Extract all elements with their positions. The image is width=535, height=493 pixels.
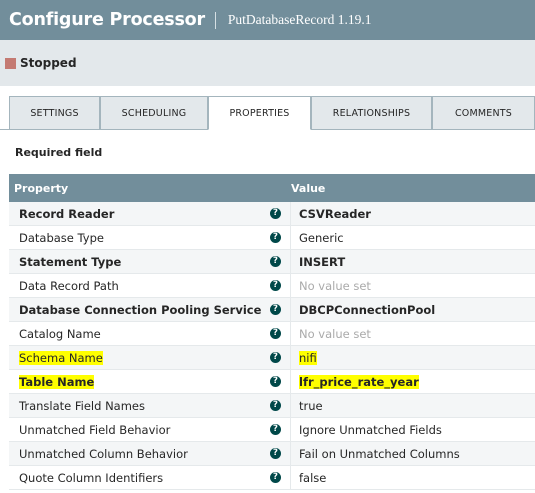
property-value[interactable]: No value set xyxy=(299,279,371,293)
property-name: Database Type xyxy=(19,230,104,245)
table-header: Property Value xyxy=(9,174,535,202)
table-row[interactable]: Quote Column Identifiers? false xyxy=(9,466,535,490)
property-name: Schema Name xyxy=(19,350,103,365)
column-divider xyxy=(290,394,291,418)
table-row[interactable]: Translate Field Names? true xyxy=(9,394,535,418)
properties-table: Property Value Record Reader? CSVReader Da… xyxy=(9,174,535,490)
property-value[interactable]: nifi xyxy=(299,350,317,365)
property-value[interactable]: Ignore Unmatched Fields xyxy=(299,423,442,437)
required-field-note: Required field xyxy=(15,146,103,159)
tab-bar: SETTINGS SCHEDULING PROPERTIES RELATIONS… xyxy=(0,96,535,132)
processor-type-version: PutDatabaseRecord 1.19.1 xyxy=(227,12,372,27)
question-circle-icon[interactable]: ? xyxy=(270,424,281,435)
question-circle-icon[interactable]: ? xyxy=(270,400,281,411)
table-row[interactable]: Database Connection Pooling Service? DBCP… xyxy=(9,298,535,322)
question-circle-icon[interactable]: ? xyxy=(270,304,281,315)
property-name: Record Reader xyxy=(19,206,115,221)
property-value[interactable]: false xyxy=(299,471,326,485)
column-divider xyxy=(290,370,291,394)
table-row[interactable]: Unmatched Field Behavior? Ignore Unmatche… xyxy=(9,418,535,442)
dialog-title: Configure Processor xyxy=(9,10,205,30)
property-value[interactable]: INSERT xyxy=(299,255,345,269)
property-value[interactable]: lfr_price_rate_year xyxy=(299,374,419,389)
table-row[interactable]: Database Type? Generic xyxy=(9,226,535,250)
table-row[interactable]: Catalog Name? No value set xyxy=(9,322,535,346)
property-name: Data Record Path xyxy=(19,278,119,293)
dialog-header: Configure Processor PutDatabaseRecord 1.… xyxy=(0,0,535,40)
table-row[interactable]: Record Reader? CSVReader xyxy=(9,202,535,226)
property-value[interactable]: Generic xyxy=(299,231,344,245)
column-divider xyxy=(290,466,291,490)
question-circle-icon[interactable]: ? xyxy=(270,256,281,267)
property-name: Catalog Name xyxy=(19,326,101,341)
property-value[interactable]: No value set xyxy=(299,327,371,341)
question-circle-icon[interactable]: ? xyxy=(270,280,281,291)
question-circle-icon[interactable]: ? xyxy=(270,352,281,363)
tab-scheduling[interactable]: SCHEDULING xyxy=(100,96,208,129)
status-bar: Stopped xyxy=(0,40,535,86)
property-name: Table Name xyxy=(19,374,95,389)
question-circle-icon[interactable]: ? xyxy=(270,448,281,459)
column-divider xyxy=(290,250,291,274)
tab-settings[interactable]: SETTINGS xyxy=(9,96,100,129)
property-name: Unmatched Column Behavior xyxy=(19,446,188,461)
column-header-property[interactable]: Property xyxy=(14,182,68,195)
question-circle-icon[interactable]: ? xyxy=(270,208,281,219)
table-row[interactable]: Data Record Path? No value set xyxy=(9,274,535,298)
property-value[interactable]: Fail on Unmatched Columns xyxy=(299,447,460,461)
property-name: Database Connection Pooling Service xyxy=(19,302,262,317)
column-divider xyxy=(290,298,291,322)
property-name: Translate Field Names xyxy=(19,398,145,413)
property-value[interactable]: DBCPConnectionPool xyxy=(299,303,435,317)
column-divider xyxy=(290,418,291,442)
tab-comments[interactable]: COMMENTS xyxy=(432,96,535,129)
column-header-value[interactable]: Value xyxy=(291,182,325,195)
tab-relationships[interactable]: RELATIONSHIPS xyxy=(311,96,432,129)
property-value[interactable]: CSVReader xyxy=(299,207,371,221)
column-divider xyxy=(290,274,291,298)
property-name: Unmatched Field Behavior xyxy=(19,422,171,437)
column-divider xyxy=(290,322,291,346)
table-row[interactable]: Schema Name? nifi xyxy=(9,346,535,370)
question-circle-icon[interactable]: ? xyxy=(270,376,281,387)
column-divider xyxy=(290,226,291,250)
table-row[interactable]: Statement Type? INSERT xyxy=(9,250,535,274)
run-status: Stopped xyxy=(20,56,77,70)
property-name: Quote Column Identifiers xyxy=(19,470,164,485)
column-divider xyxy=(290,202,291,226)
table-row[interactable]: Table Name? lfr_price_rate_year xyxy=(9,370,535,394)
column-divider xyxy=(290,346,291,370)
question-circle-icon[interactable]: ? xyxy=(270,232,281,243)
tab-properties[interactable]: PROPERTIES xyxy=(208,96,311,130)
table-body: Record Reader? CSVReader Database Type? Gen… xyxy=(9,202,535,490)
title-separator xyxy=(214,11,216,29)
table-row[interactable]: Unmatched Column Behavior? Fail on Unmatc… xyxy=(9,442,535,466)
property-value[interactable]: true xyxy=(299,399,323,413)
property-name: Statement Type xyxy=(19,254,122,269)
question-circle-icon[interactable]: ? xyxy=(270,328,281,339)
stopped-icon xyxy=(5,57,16,69)
column-divider xyxy=(290,442,291,466)
question-circle-icon[interactable]: ? xyxy=(270,472,281,483)
